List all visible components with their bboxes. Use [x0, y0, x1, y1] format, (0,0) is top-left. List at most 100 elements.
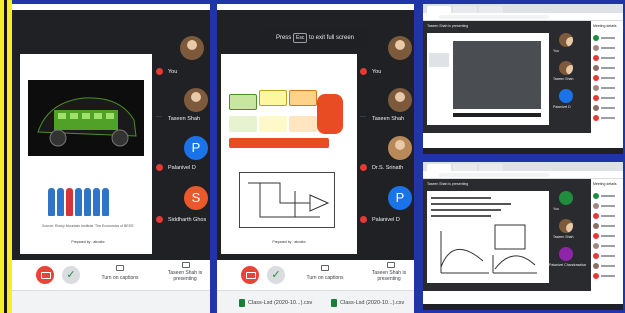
download-item[interactable]: Class-Lsd (2020-10...).csv: [248, 300, 312, 306]
mic-off-icon: [360, 164, 367, 171]
text-line: [431, 203, 511, 205]
browser-tab[interactable]: [479, 6, 503, 13]
meet-controls: ✓ Turn on captions Taseen Shah is presen…: [217, 260, 414, 290]
participant-name: Dr.S. Srinath: [372, 165, 404, 171]
mic-off-icon: [360, 68, 367, 75]
downloads-bar: [12, 290, 210, 313]
side-row: [593, 35, 621, 42]
avatar: P: [388, 186, 412, 210]
plot-figure: [440, 224, 537, 274]
captions-button[interactable]: Turn on captions: [94, 275, 146, 281]
url-field[interactable]: [439, 15, 549, 19]
speaking-dots-icon: ···: [156, 114, 162, 120]
person-figure: [102, 188, 109, 216]
captions-button[interactable]: Turn on captions: [299, 275, 351, 281]
avatar: [559, 247, 573, 261]
mic-off-icon: [156, 68, 163, 75]
presenting-status: Taseen Shah is presenting: [427, 182, 469, 186]
participant-name: You: [553, 49, 559, 53]
participant-name: Palanivel D: [553, 105, 571, 109]
participant-name: Palanivel D: [372, 217, 400, 223]
download-item[interactable]: Class-Lsd (2020-10...).csv: [340, 300, 404, 306]
address-bar[interactable]: [423, 13, 623, 21]
address-bar[interactable]: [423, 171, 623, 179]
captions-icon: [116, 265, 124, 271]
avatar: S: [184, 186, 208, 210]
participant-name: Palanivel Chandrasekar: [549, 263, 587, 267]
fullscreen-prefix: Press: [275, 35, 292, 41]
meet-stage: Source: Rocky Mountain Institute 'The Ec…: [12, 10, 210, 260]
meet-stage: Taseen Shah is presenting You Taseen Sha…: [423, 21, 591, 133]
check-button[interactable]: ✓: [267, 266, 285, 284]
slide-source: Source: Rocky Mountain Institute 'The Ec…: [42, 224, 134, 228]
meeting-details-panel: Meeting details: [591, 179, 623, 291]
avatar: [559, 61, 573, 75]
esc-key: Esc: [292, 33, 308, 43]
captions-icon: [321, 265, 329, 271]
meeting-details-panel: Meeting details: [591, 21, 623, 133]
side-panel-title: Meeting details: [593, 182, 617, 186]
mic-off-icon: [156, 164, 163, 171]
car-graphic: [37, 97, 137, 147]
presenting-status[interactable]: Taseen Shah is presenting: [365, 270, 413, 282]
downloads-bar: Class-Lsd (2020-10...).csv Class-Lsd (20…: [217, 290, 414, 313]
browser-tabs: [423, 162, 623, 171]
video-feed: [453, 41, 541, 109]
end-call-button[interactable]: [241, 266, 259, 284]
meet-controls: ✓ Turn on captions Taseen Shah is presen…: [12, 260, 210, 290]
side-row: [593, 223, 621, 230]
slide-prepared-by: Prepared by : abcabc: [272, 240, 306, 244]
text-line: [431, 215, 491, 217]
meet-stage: Prepared by : abcabc Press Esc to exit f…: [217, 10, 414, 260]
side-row: [593, 243, 621, 250]
slide-prepared-by: Prepared by : abcabc: [71, 240, 105, 244]
browser-tab[interactable]: [453, 6, 477, 13]
file-icon: [331, 299, 337, 307]
presented-slide: Source: Rocky Mountain Institute 'The Ec…: [20, 54, 152, 254]
diagram-block: [259, 90, 287, 106]
avatar: [559, 219, 573, 233]
side-row: [593, 95, 621, 102]
avatar: [388, 88, 412, 112]
participant-name: You: [372, 69, 382, 75]
browser-tabs: [423, 4, 623, 13]
fullscreen-suffix: to exit full screen: [309, 35, 355, 41]
browser-tab[interactable]: [427, 6, 451, 13]
check-button[interactable]: ✓: [62, 266, 80, 284]
taskbar: [423, 304, 623, 310]
person-figure: [66, 188, 73, 216]
browser-tab[interactable]: [453, 164, 477, 171]
participant-name: Palanivel D: [168, 165, 196, 171]
side-row: [593, 105, 621, 112]
participant-name: Taseen Shah: [372, 116, 405, 122]
browser-tab[interactable]: [479, 164, 503, 171]
diagram-block: [289, 90, 317, 106]
participant-roster: You ··· Taseen Shah Dr.S. Srinath P Pala…: [358, 10, 414, 260]
presenting-status[interactable]: Taseen Shah is presenting: [160, 270, 210, 282]
presenting-icon: [182, 262, 190, 268]
participant-name: Taseen Shah: [553, 235, 574, 239]
avatar: [559, 33, 573, 47]
side-row: [593, 233, 621, 240]
side-row: [593, 45, 621, 52]
side-row: [593, 65, 621, 72]
avatar: [180, 36, 204, 60]
avatar: [184, 88, 208, 112]
participant-name: Taseen Shah: [168, 116, 201, 122]
diagram-block: [259, 116, 287, 132]
end-call-button[interactable]: [36, 266, 54, 284]
avatar: [559, 191, 573, 205]
car-battery-image: [28, 80, 144, 156]
person-figure: [57, 188, 64, 216]
diagram-block: [229, 116, 257, 132]
person-figure: [75, 188, 82, 216]
participant-name: Siddharth Ghos: [168, 217, 207, 223]
avatar: P: [184, 136, 208, 160]
left-dark-stripe: [4, 0, 7, 313]
url-field[interactable]: [439, 173, 549, 177]
thumb: [429, 53, 449, 67]
browser-tab[interactable]: [427, 164, 451, 171]
side-row: [593, 115, 621, 122]
participant-name: Taseen Shah: [553, 77, 574, 81]
diagram-arrow: [317, 94, 343, 134]
